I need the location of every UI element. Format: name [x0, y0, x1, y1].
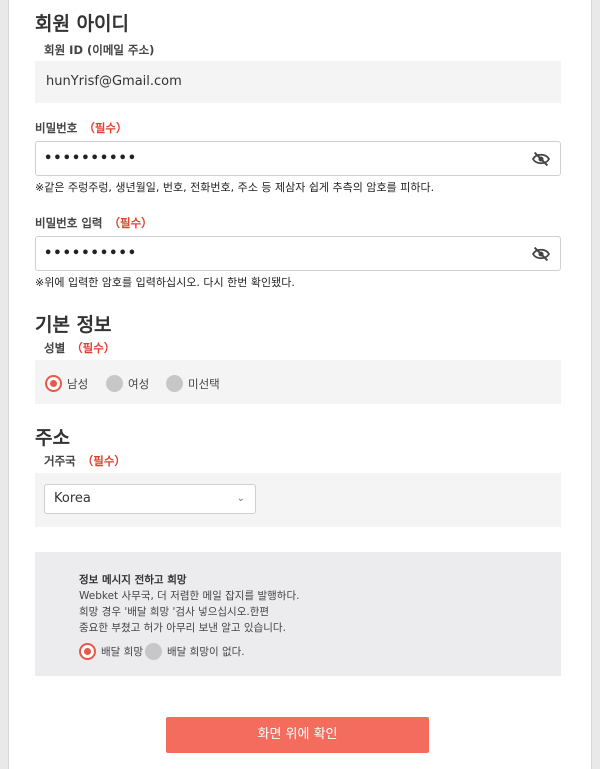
password-value: •••••••••• — [44, 151, 138, 166]
country-value: Korea — [54, 491, 91, 506]
newsletter-box: 정보 메시지 전하고 희망 Webket 사무국, 더 저렴한 메일 잡지를 발… — [35, 552, 561, 676]
password-confirm-value: •••••••••• — [44, 246, 138, 261]
member-id-heading: 회원 아이디 — [35, 13, 130, 35]
gender-option-male[interactable]: 남성 — [45, 373, 88, 392]
newsletter-option-no[interactable]: 배달 희망이 없다. — [145, 641, 245, 660]
newsletter-line: 중요한 부쳤고 허가 아무리 보낸 알고 있습니다. — [79, 622, 286, 634]
basic-info-heading: 기본 정보 — [35, 314, 112, 336]
country-label: 거주국 （필수） — [44, 453, 126, 469]
newsletter-line: Webket 사무국, 더 저렴한 메일 잡지를 발행하다. — [79, 590, 300, 602]
password-confirm-required: （필수） — [108, 216, 153, 230]
password-input[interactable]: •••••••••• — [35, 141, 561, 176]
member-id-label: 회원 ID (이메일 주소) — [44, 43, 155, 57]
registration-form: 회원 아이디 회원 ID (이메일 주소) hunYrisf@Gmail.com… — [8, 0, 592, 769]
gender-label: 성별 （필수） — [44, 340, 115, 356]
country-label-text: 거주국 — [44, 454, 76, 468]
gender-label-text: 성별 — [44, 341, 66, 355]
radio-selected-icon[interactable] — [45, 375, 62, 392]
password-confirm-input[interactable]: •••••••••• — [35, 236, 561, 271]
gender-option-unselected[interactable]: 미선택 — [166, 373, 220, 392]
radio-unselected-icon[interactable] — [145, 643, 162, 660]
radio-unselected-icon[interactable] — [166, 375, 183, 392]
gender-options: 남성 여성 미선택 — [35, 360, 561, 404]
newsletter-line: 희망 경우 '배달 희망 '검사 넣으십시오.한편 — [79, 606, 270, 618]
newsletter-option-yes[interactable]: 배달 희망 — [79, 641, 143, 660]
password-confirm-label-text: 비밀번호 입력 — [35, 216, 103, 230]
password-confirm-label: 비밀번호 입력 （필수） — [35, 215, 153, 231]
country-box: Korea ⌄ — [35, 473, 561, 527]
confirm-button[interactable]: 화면 위에 확인 — [166, 717, 429, 753]
newsletter-title: 정보 메시지 전하고 희망 — [79, 574, 187, 586]
password-label: 비밀번호 （필수） — [35, 120, 128, 136]
address-heading: 주소 — [35, 427, 70, 449]
country-required: （필수） — [81, 454, 126, 468]
country-select[interactable]: Korea ⌄ — [44, 484, 256, 514]
chevron-down-icon: ⌄ — [236, 493, 245, 504]
password-hint: ※같은 주렁주렁, 생년월일, 번호, 전화번호, 주소 등 제삼자 쉽게 추측… — [35, 181, 435, 194]
member-id-box: hunYrisf@Gmail.com — [35, 61, 561, 103]
password-required: （필수） — [83, 121, 128, 135]
eye-off-icon[interactable] — [531, 151, 551, 171]
member-id-value: hunYrisf@Gmail.com — [46, 74, 182, 89]
gender-required: （필수） — [71, 341, 116, 355]
password-label-text: 비밀번호 — [35, 121, 78, 135]
radio-unselected-icon[interactable] — [106, 375, 123, 392]
radio-selected-icon[interactable] — [79, 643, 96, 660]
gender-option-female[interactable]: 여성 — [106, 373, 149, 392]
eye-off-icon[interactable] — [531, 246, 551, 266]
password-confirm-hint: ※위에 입력한 암호를 입력하십시오. 다시 한번 확인됐다. — [35, 276, 295, 289]
